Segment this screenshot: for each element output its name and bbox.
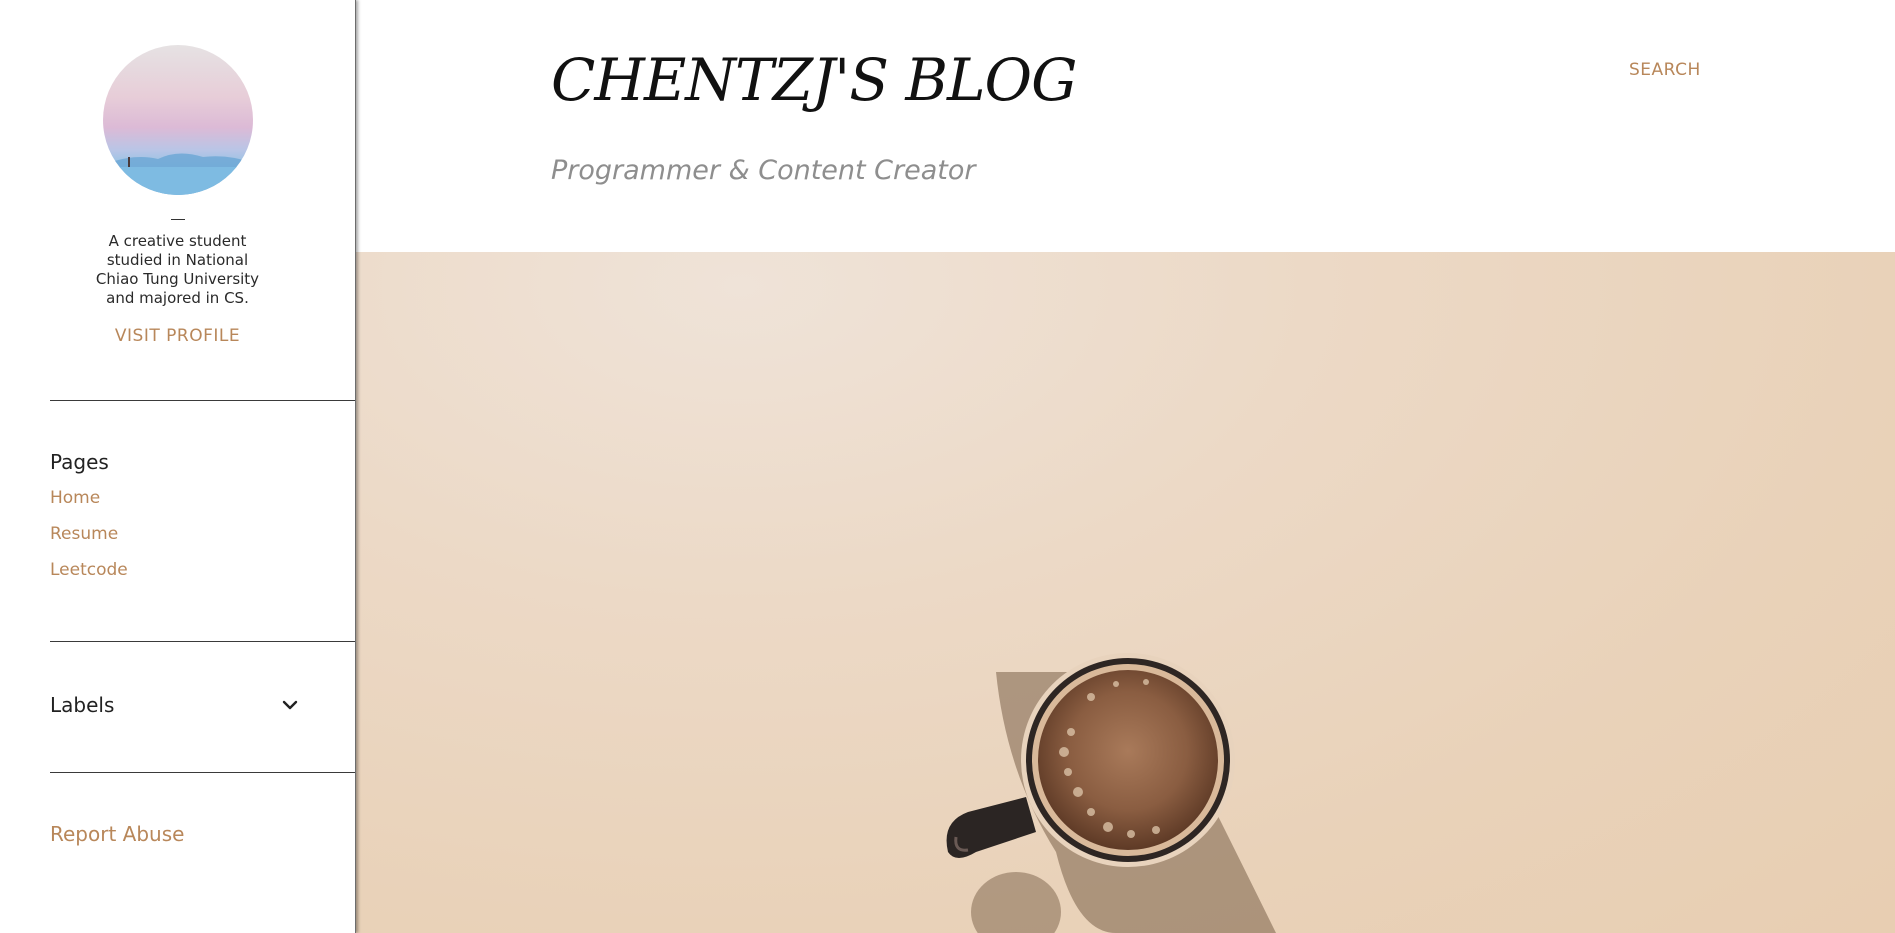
coffee-cup-image xyxy=(946,653,1276,933)
sidebar-divider xyxy=(50,772,355,773)
visit-profile-link[interactable]: VISIT PROFILE xyxy=(115,326,240,346)
chevron-down-icon[interactable] xyxy=(280,695,300,715)
blog-title[interactable]: CHENTZJ'S BLOG xyxy=(551,46,1077,114)
avatar-landscape-image xyxy=(102,153,253,195)
sidebar: A creative student studied in National C… xyxy=(0,0,356,933)
sidebar-item-leetcode[interactable]: Leetcode xyxy=(50,560,128,580)
report-abuse-link[interactable]: Report Abuse xyxy=(50,822,184,846)
pages-title: Pages xyxy=(50,450,109,474)
profile-separator xyxy=(170,219,185,220)
blog-subtitle: Programmer & Content Creator xyxy=(551,155,976,186)
labels-toggle[interactable]: Labels xyxy=(50,693,300,717)
avatar[interactable] xyxy=(102,45,253,195)
pages-widget: Pages Home Resume Leetcode xyxy=(50,450,128,596)
profile-widget: A creative student studied in National C… xyxy=(0,0,355,346)
blog-header: CHENTZJ'S BLOG Programmer & Content Crea… xyxy=(356,0,1895,252)
sidebar-divider xyxy=(50,641,355,642)
profile-about-text: A creative student studied in National C… xyxy=(95,232,260,307)
labels-title: Labels xyxy=(50,693,115,717)
sidebar-item-resume[interactable]: Resume xyxy=(50,524,128,544)
search-button[interactable]: SEARCH xyxy=(1629,60,1701,80)
blog-page: A creative student studied in National C… xyxy=(0,0,1895,933)
sidebar-item-home[interactable]: Home xyxy=(50,488,128,508)
hero-image xyxy=(356,252,1895,933)
sidebar-divider xyxy=(50,400,355,401)
